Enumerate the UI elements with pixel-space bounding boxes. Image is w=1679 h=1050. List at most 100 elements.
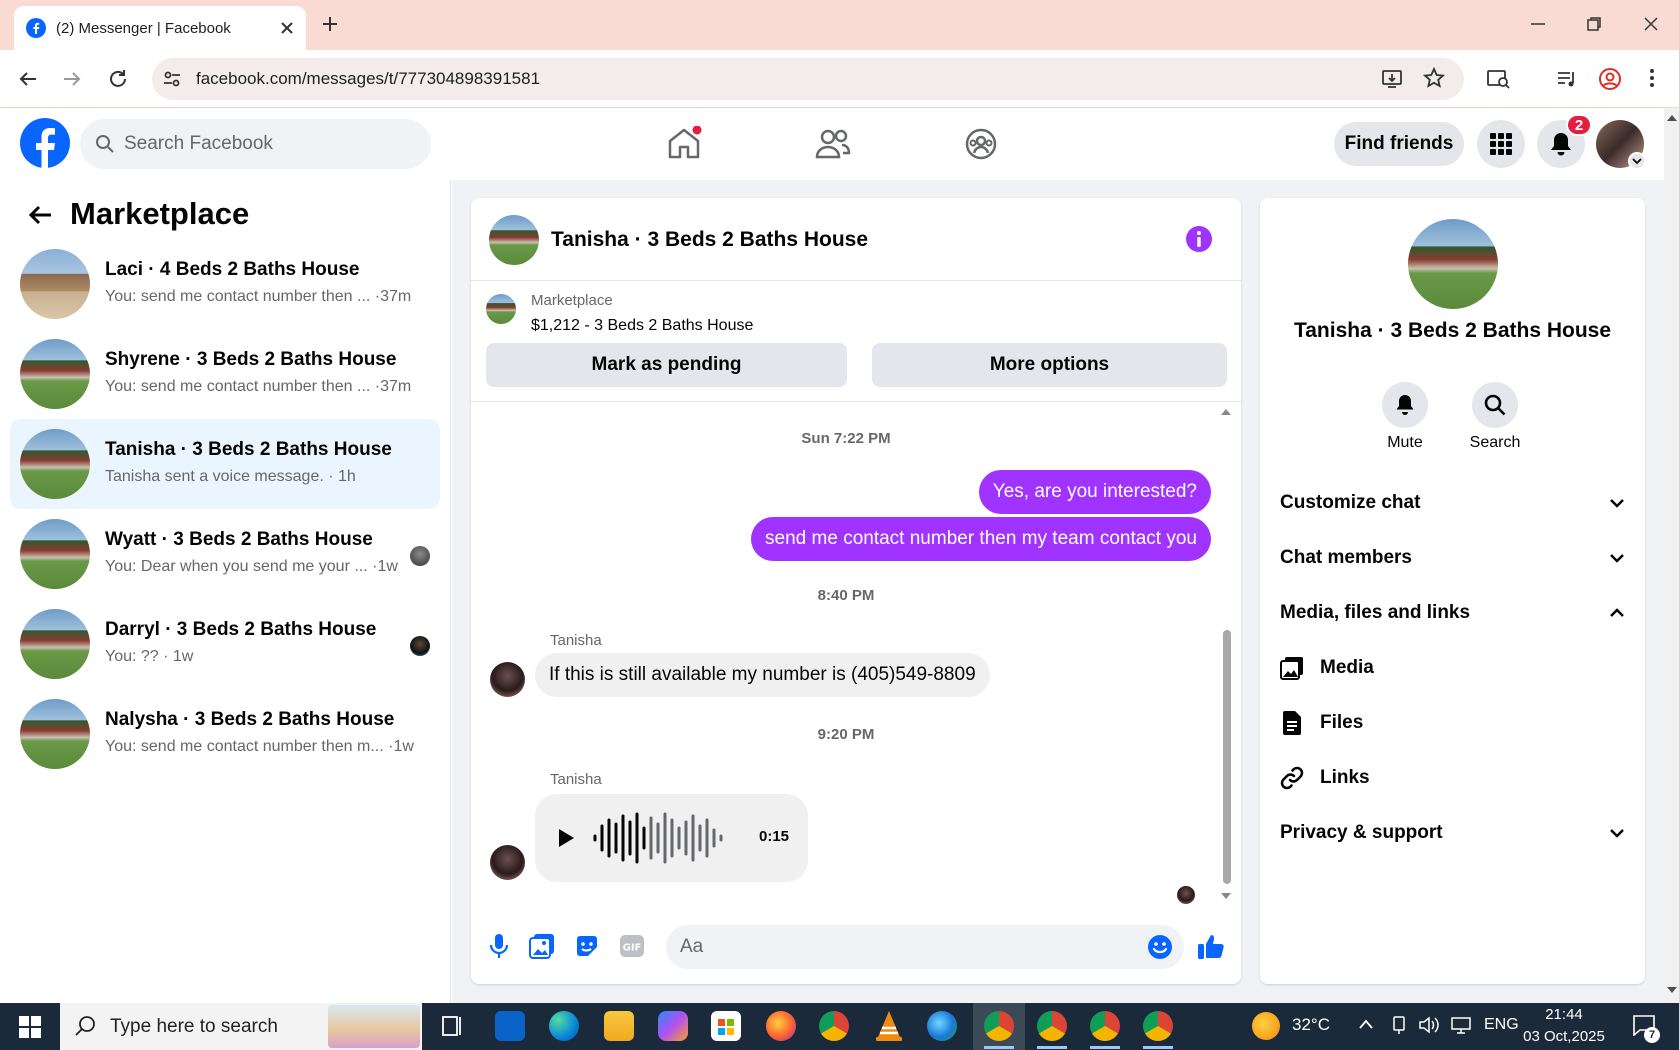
info-icon[interactable] xyxy=(1185,225,1213,253)
chevron-down-icon xyxy=(1610,499,1624,508)
customize-chat-row[interactable]: Customize chat xyxy=(1280,483,1625,523)
windows-start-icon[interactable] xyxy=(19,1016,41,1038)
restore-icon[interactable] xyxy=(1586,16,1602,32)
photo-icon[interactable] xyxy=(529,933,555,959)
incoming-message[interactable]: If this is still available my number is … xyxy=(535,653,990,697)
page-scroll-down-icon[interactable] xyxy=(1666,986,1678,994)
media-row[interactable]: Media xyxy=(1280,648,1374,688)
gif-icon[interactable]: GIF xyxy=(619,934,645,958)
volume-icon[interactable] xyxy=(1418,1015,1440,1035)
conversation-darryl[interactable]: Darryl · 3 Beds 2 Baths House You: ?? · … xyxy=(10,599,440,689)
info-title: Tanisha · 3 Beds 2 Baths House xyxy=(1293,319,1612,342)
globe-app-icon[interactable] xyxy=(927,1011,957,1041)
profile-icon[interactable] xyxy=(1598,67,1622,91)
message-input[interactable]: Aa xyxy=(666,925,1184,969)
browser-menu-icon[interactable] xyxy=(1648,67,1656,89)
chevron-up-icon[interactable] xyxy=(1358,1018,1374,1030)
menu-button[interactable] xyxy=(1477,120,1525,168)
emoji-icon[interactable] xyxy=(1147,934,1173,960)
page-scroll-up-icon[interactable] xyxy=(1666,114,1678,122)
listing-detail[interactable]: $1,212 - 3 Beds 2 Baths House xyxy=(531,317,753,335)
conversation-preview: You: send me contact number then ... ·37… xyxy=(105,378,412,395)
language-indicator[interactable]: ENG xyxy=(1484,1016,1519,1034)
conversation-shyrene[interactable]: Shyrene · 3 Beds 2 Baths House You: send… xyxy=(10,329,440,419)
url-field[interactable]: facebook.com/messages/t/777304898391581 xyxy=(152,58,1464,100)
info-avatar[interactable] xyxy=(1408,219,1498,309)
chrome-icon[interactable] xyxy=(819,1011,849,1041)
install-app-icon[interactable] xyxy=(1381,68,1403,90)
privacy-support-row[interactable]: Privacy & support xyxy=(1280,813,1625,853)
close-window-icon[interactable] xyxy=(1643,16,1659,32)
chat-scrollbar-thumb[interactable] xyxy=(1223,630,1231,884)
chrome-profile-3-icon[interactable] xyxy=(1090,1011,1120,1041)
bookmark-star-icon[interactable] xyxy=(1423,67,1445,89)
back-icon[interactable] xyxy=(18,69,38,89)
conversation-wyatt[interactable]: Wyatt · 3 Beds 2 Baths House You: Dear w… xyxy=(10,509,440,599)
friends-icon[interactable] xyxy=(815,128,851,160)
groups-icon[interactable] xyxy=(965,128,997,160)
media-control-icon[interactable] xyxy=(1556,68,1578,90)
copilot-icon[interactable] xyxy=(658,1011,688,1041)
voice-message[interactable]: 0:15 xyxy=(535,794,808,882)
firefox-icon[interactable] xyxy=(766,1011,796,1041)
facebook-search-input[interactable]: Search Facebook xyxy=(80,119,431,169)
scroll-up-icon[interactable] xyxy=(1220,408,1232,416)
new-tab-icon[interactable] xyxy=(321,15,339,33)
search-placeholder: Search Facebook xyxy=(124,133,273,154)
chrome-profile-2-icon[interactable] xyxy=(1037,1011,1067,1041)
conversation-nalysha[interactable]: Nalysha · 3 Beds 2 Baths House You: send… xyxy=(10,689,440,779)
display-icon[interactable] xyxy=(1450,1016,1472,1034)
mute-button[interactable] xyxy=(1382,382,1428,428)
browser-tab[interactable]: (2) Messenger | Facebook xyxy=(14,6,306,50)
more-options-button[interactable]: More options xyxy=(872,343,1227,387)
site-settings-icon[interactable] xyxy=(162,69,182,89)
search-conversation-button[interactable] xyxy=(1472,382,1518,428)
sticker-icon[interactable] xyxy=(574,933,600,959)
clock-date[interactable]: 03 Oct,2025 xyxy=(1520,1028,1608,1045)
outgoing-message[interactable]: Yes, are you interested? xyxy=(978,470,1211,514)
clock-time[interactable]: 21:44 xyxy=(1520,1006,1608,1023)
mark-as-pending-button[interactable]: Mark as pending xyxy=(486,343,847,387)
page-scrollbar[interactable] xyxy=(1664,108,1679,1003)
network-icon[interactable] xyxy=(1390,1015,1408,1035)
scroll-down-icon[interactable] xyxy=(1220,892,1232,900)
home-icon[interactable] xyxy=(666,126,702,160)
links-row[interactable]: Links xyxy=(1280,758,1370,798)
forward-icon[interactable] xyxy=(62,69,82,89)
sender-avatar[interactable] xyxy=(490,662,525,697)
tab-search-icon[interactable] xyxy=(1487,68,1511,90)
outgoing-message[interactable]: send me contact number then my team cont… xyxy=(751,517,1211,561)
search-highlight-image[interactable] xyxy=(328,1005,420,1048)
reload-icon[interactable] xyxy=(107,68,129,90)
microsoft-store-icon[interactable] xyxy=(711,1011,741,1041)
sender-avatar[interactable] xyxy=(490,845,525,880)
files-row[interactable]: Files xyxy=(1280,703,1363,743)
media-files-links-row[interactable]: Media, files and links xyxy=(1280,593,1625,633)
microphone-icon[interactable] xyxy=(489,933,509,959)
close-tab-icon[interactable] xyxy=(280,21,294,35)
edge-icon[interactable] xyxy=(549,1011,579,1041)
play-icon[interactable] xyxy=(557,828,575,848)
conversation-name: Darryl · 3 Beds 2 Baths House xyxy=(105,619,377,640)
file-explorer-icon[interactable] xyxy=(604,1011,634,1041)
chrome-profile-4-icon[interactable] xyxy=(1143,1011,1173,1041)
chat-members-row[interactable]: Chat members xyxy=(1280,538,1625,578)
vlc-icon[interactable] xyxy=(874,1010,904,1042)
back-arrow-icon[interactable] xyxy=(27,204,53,226)
chat-avatar[interactable] xyxy=(489,215,539,265)
minimize-icon[interactable] xyxy=(1530,22,1546,26)
find-friends-button[interactable]: Find friends xyxy=(1334,122,1464,166)
conversation-name: Shyrene · 3 Beds 2 Baths House xyxy=(105,349,397,370)
facebook-logo-icon[interactable] xyxy=(20,118,70,168)
weather-temp[interactable]: 32°C xyxy=(1292,1015,1330,1035)
taskbar-search-placeholder: Type here to search xyxy=(110,1015,278,1037)
weather-icon[interactable] xyxy=(1252,1012,1280,1040)
conversation-tanisha[interactable]: Tanisha · 3 Beds 2 Baths House Tanisha s… xyxy=(10,419,440,509)
task-view-icon[interactable] xyxy=(440,1014,464,1038)
conversation-laci[interactable]: Laci · 4 Beds 2 Baths House You: send me… xyxy=(10,239,440,329)
chat-title[interactable]: Tanisha · 3 Beds 2 Baths House xyxy=(551,228,868,252)
thumbs-up-icon[interactable] xyxy=(1197,932,1225,960)
account-dropdown[interactable] xyxy=(1628,152,1646,170)
outlook-icon[interactable] xyxy=(495,1011,525,1041)
chrome-profile-1-icon[interactable] xyxy=(984,1011,1014,1041)
